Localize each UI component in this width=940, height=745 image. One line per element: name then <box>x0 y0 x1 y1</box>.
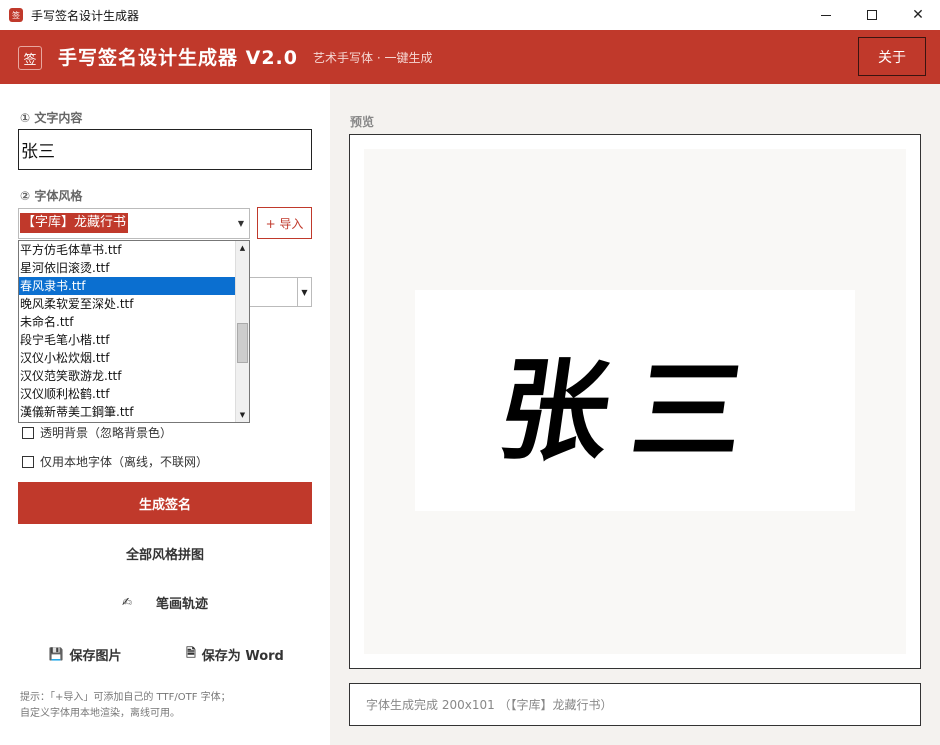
local-font-label: 仅用本地字体（离线，不联网） <box>40 455 209 469</box>
document-icon: 🗎 <box>186 645 196 660</box>
close-button[interactable]: ✕ <box>895 0 940 30</box>
transparent-bg-checkbox[interactable] <box>22 426 34 439</box>
app-icon: 签 <box>9 8 23 22</box>
save-word-button[interactable]: 🗎 保存为 Word <box>170 637 300 671</box>
all-styles-button[interactable]: 全部风格拼图 <box>18 536 312 570</box>
local-font-checkbox[interactable] <box>22 455 34 468</box>
minimize-icon <box>821 14 831 16</box>
font-option[interactable]: 春风隶书.ttf <box>19 277 236 295</box>
preview-panel: 预览 张三 字体生成完成 200x101 （【字库】龙藏行书） <box>330 84 940 745</box>
status-bar: 字体生成完成 200x101 （【字库】龙藏行书） <box>349 683 921 726</box>
font-option[interactable]: 平方仿毛体草书.ttf <box>19 241 236 259</box>
save-image-button[interactable]: 💾 保存图片 <box>30 637 140 671</box>
chevron-down-icon[interactable]: ▼ <box>233 209 249 238</box>
font-dropdown-list[interactable]: 平方仿毛体草书.ttf 星河依旧滚烫.ttf 春风隶书.ttf 晚风柔软爱至深处.tt… <box>18 240 250 423</box>
hint-text: 提示：「+导入」可添加自己的 TTF/OTF 字体； 自定义字体用本地渲染，离线… <box>20 690 231 722</box>
font-option[interactable]: 晚风柔软爱至深处.ttf <box>19 295 236 313</box>
save-image-label: 保存图片 <box>69 648 122 664</box>
logo: 签 <box>18 46 42 70</box>
hint-line-2: 自定义字体用本地渲染，离线可用。 <box>20 708 180 719</box>
app-subtitle: 艺术手写体 · 一键生成 <box>313 51 433 65</box>
signature-text: 张三 <box>490 345 777 475</box>
font-style-selected: 【字库】龙藏行书 <box>20 213 129 233</box>
generate-button[interactable]: 生成签名 <box>18 482 312 524</box>
maximize-button[interactable] <box>849 0 895 30</box>
all-styles-label: 全部风格拼图 <box>125 547 204 563</box>
stroke-trace-button[interactable]: ✍ 笔画轨迹 <box>18 584 312 620</box>
scroll-thumb[interactable] <box>237 323 248 363</box>
close-icon: ✕ <box>912 7 924 23</box>
transparent-bg-option[interactable]: 透明背景（忽略背景色） <box>22 424 172 441</box>
app-header: 签 手写签名设计生成器 V2.0 艺术手写体 · 一键生成 关于 <box>0 30 940 84</box>
font-style-select[interactable]: 【字库】龙藏行书 ▼ <box>18 208 250 239</box>
text-content-input[interactable]: 张三 <box>18 129 312 170</box>
scroll-down-icon[interactable]: ▼ <box>236 408 249 422</box>
minimize-button[interactable] <box>803 0 849 30</box>
font-style-label: ② 字体风格 <box>20 189 83 203</box>
window-title: 手写签名设计生成器 <box>31 8 140 23</box>
preview-area: 张三 <box>364 149 906 654</box>
font-option[interactable]: 汉仪小松炊烟.ttf <box>19 349 236 367</box>
preview-label: 预览 <box>350 115 375 129</box>
font-option[interactable]: 漢儀新蒂美工鋼筆.ttf <box>19 403 236 421</box>
font-option[interactable]: 汉仪范笑歌游龙.ttf <box>19 367 236 385</box>
app-title: 手写签名设计生成器 V2.0 <box>58 47 298 69</box>
font-option[interactable]: 未命名.ttf <box>19 313 236 331</box>
signature-image: 张三 <box>415 290 855 511</box>
dropdown-scrollbar[interactable]: ▲ ▼ <box>235 241 249 422</box>
local-font-option[interactable]: 仅用本地字体（离线，不联网） <box>22 453 208 470</box>
hint-line-1: 提示：「+导入」可添加自己的 TTF/OTF 字体； <box>20 692 231 703</box>
settings-panel: ① 文字内容 张三 ② 字体风格 【字库】龙藏行书 ▼ + 导入 ▼ 平方仿毛体… <box>0 84 330 745</box>
font-option[interactable]: 汉仪顺利松鹤.ttf <box>19 385 236 403</box>
brush-icon: ✍ <box>121 595 133 609</box>
scroll-up-icon[interactable]: ▲ <box>236 241 249 255</box>
chevron-down-icon[interactable]: ▼ <box>297 278 311 306</box>
font-options: 平方仿毛体草书.ttf 星河依旧滚烫.ttf 春风隶书.ttf 晚风柔软爱至深处.tt… <box>19 241 236 421</box>
font-option[interactable]: 星河依旧滚烫.ttf <box>19 259 236 277</box>
title-bar: 签 手写签名设计生成器 ✕ <box>0 0 940 30</box>
about-button[interactable]: 关于 <box>858 37 926 76</box>
font-option[interactable]: 段宁毛笔小楷.ttf <box>19 331 236 349</box>
transparent-bg-label: 透明背景（忽略背景色） <box>40 426 173 440</box>
stroke-trace-label: 笔画轨迹 <box>156 596 209 612</box>
maximize-icon <box>867 10 877 20</box>
save-icon: 💾 <box>48 647 64 661</box>
import-font-button[interactable]: + 导入 <box>257 207 312 239</box>
text-content-label: ① 文字内容 <box>20 111 83 125</box>
save-word-label: 保存为 Word <box>201 648 284 664</box>
preview-frame: 张三 <box>349 134 921 669</box>
